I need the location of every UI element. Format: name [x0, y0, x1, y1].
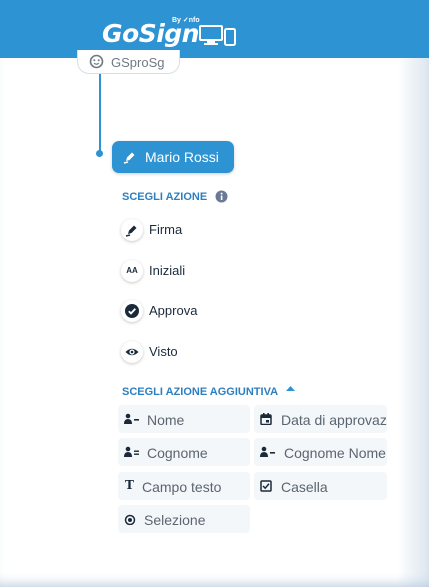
- eye-icon: [121, 341, 143, 363]
- field-campo-testo[interactable]: T Campo testo: [118, 472, 250, 500]
- choose-action-title: SCEGLI AZIONE: [122, 191, 208, 203]
- logo-byline: By ✓nfo: [172, 17, 200, 24]
- field-nome[interactable]: Nome: [118, 405, 250, 433]
- field-data-approvazione[interactable]: Data di approvazione: [254, 405, 387, 433]
- action-label: Firma: [149, 222, 183, 237]
- field-label: Campo testo: [142, 479, 222, 495]
- field-label: Cognome: [147, 445, 208, 461]
- field-cognome-nome[interactable]: Cognome Nome: [254, 438, 387, 466]
- devices-icon: [199, 25, 236, 46]
- signer-name: Mario Rossi: [145, 149, 219, 165]
- action-label: Iniziali: [149, 263, 186, 278]
- workflow-connector-line: [99, 74, 101, 154]
- signature-pen-icon: [123, 152, 135, 164]
- additional-action-title: SCEGLI AZIONE AGGIUNTIVA: [122, 386, 279, 398]
- action-label: Approva: [149, 303, 198, 318]
- person-dash-icon: [260, 446, 275, 457]
- field-label: Data di approvazione: [281, 412, 387, 428]
- field-label: Selezione: [144, 512, 206, 528]
- field-selezione[interactable]: Selezione: [118, 505, 250, 533]
- person-lines-icon: [124, 446, 139, 457]
- text-t-icon: T: [125, 478, 134, 492]
- previous-step-chip[interactable]: GSproSg: [77, 50, 180, 74]
- field-label: Casella: [281, 479, 328, 495]
- action-label: Visto: [149, 344, 178, 359]
- workflow-connector-dot: [96, 150, 103, 157]
- check-circle-icon: [121, 300, 143, 322]
- initials-icon: AA: [121, 260, 143, 282]
- field-label: Cognome Nome: [284, 445, 386, 461]
- caret-up-icon[interactable]: [285, 385, 296, 392]
- info-icon[interactable]: [215, 190, 228, 203]
- checkbox-icon: [260, 480, 272, 492]
- signature-pen-icon: [121, 219, 143, 241]
- face-icon: [89, 54, 104, 69]
- page: GoSign By ✓nfo GSproSg Mario Rossi SCEGL…: [0, 0, 429, 587]
- previous-step-label: GSproSg: [111, 55, 165, 70]
- person-dash-icon: [124, 413, 139, 424]
- field-cognome[interactable]: Cognome: [118, 438, 250, 466]
- signer-chip[interactable]: Mario Rossi: [112, 141, 234, 173]
- field-casella[interactable]: Casella: [254, 472, 387, 500]
- radio-icon: [124, 514, 136, 525]
- top-bar: GoSign By ✓nfo: [0, 0, 429, 58]
- field-label: Nome: [147, 412, 185, 428]
- calendar-icon: [260, 413, 272, 425]
- initials-glyph: AA: [126, 266, 138, 275]
